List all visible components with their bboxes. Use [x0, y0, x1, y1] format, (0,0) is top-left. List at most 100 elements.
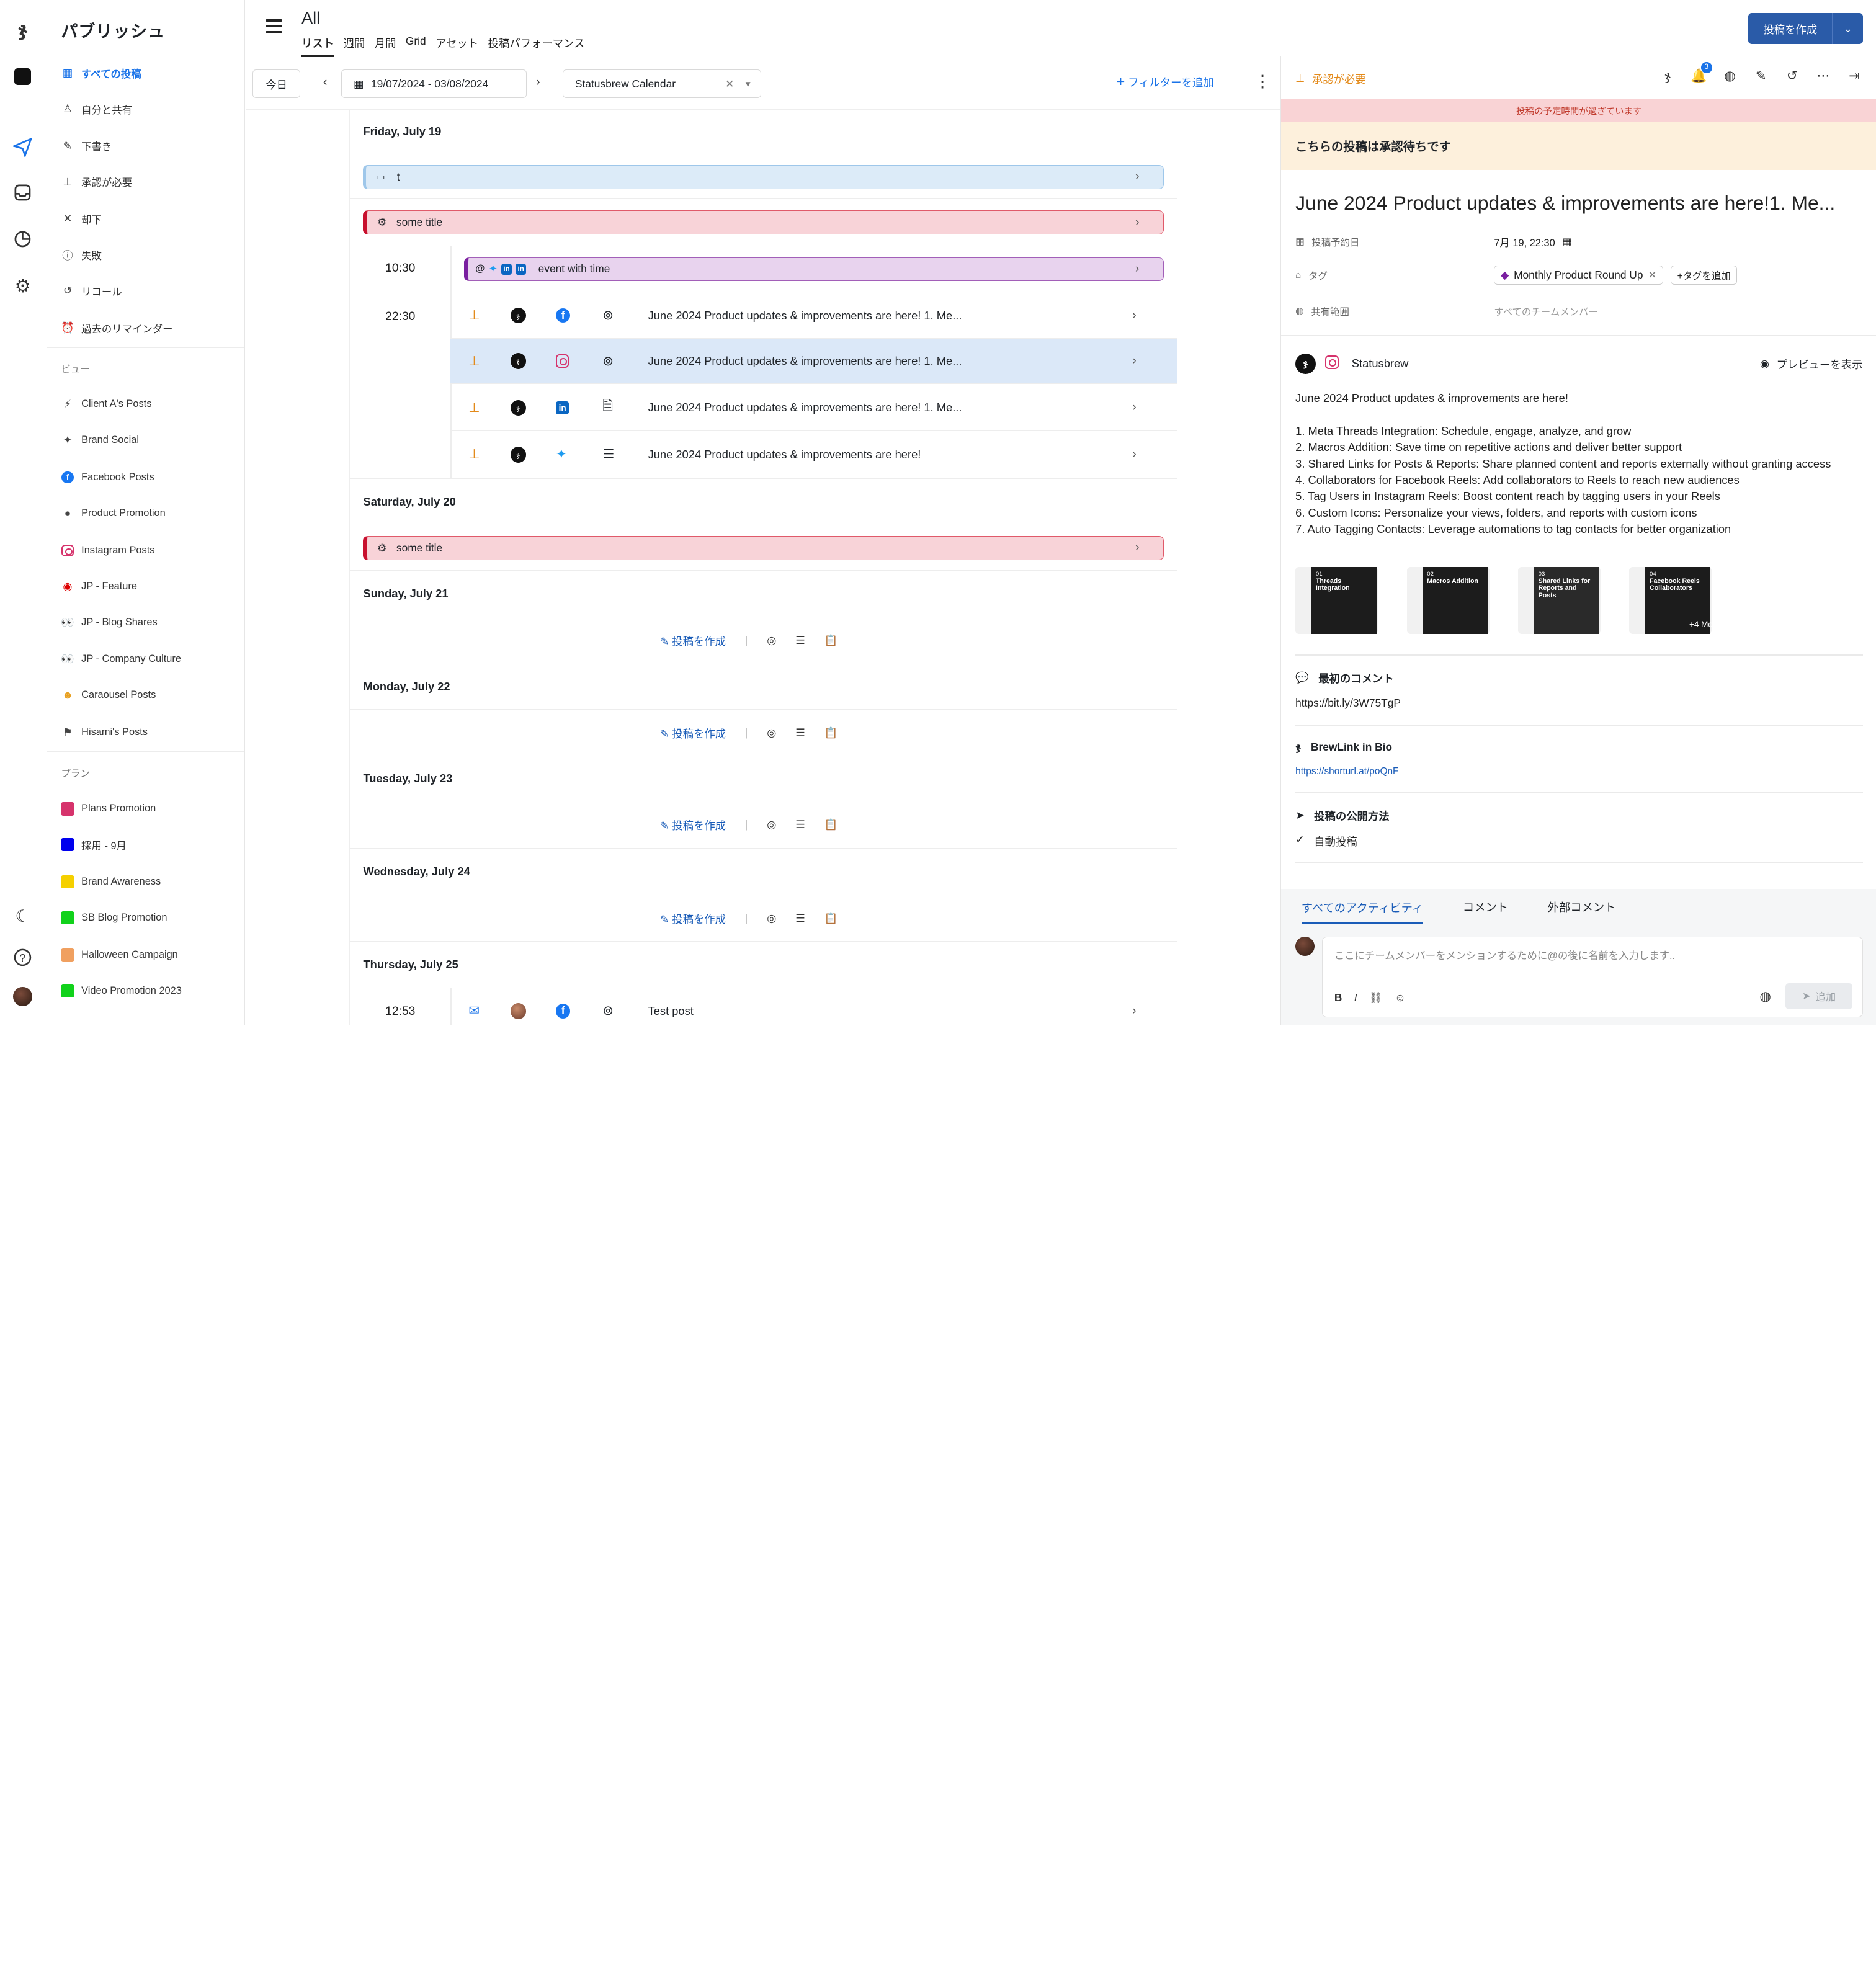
clipboard-icon[interactable]: 📋 [824, 912, 838, 925]
reports-nav-icon[interactable] [12, 228, 34, 250]
calendar-icon[interactable]: ▦ [1562, 236, 1571, 248]
event-bar-t[interactable]: ▭ t › [363, 165, 1164, 189]
dark-mode-icon[interactable]: ☾ [12, 906, 34, 927]
create-post-button[interactable]: 投稿を作成 ⌄ [1748, 13, 1864, 45]
media-thumbnail[interactable]: 02 Macros Addition [1406, 567, 1490, 635]
sidebar-item-past-reminders[interactable]: ⏰ 過去のリマインダー [47, 313, 244, 342]
media-thumbnail[interactable]: 01 Threads Integration [1295, 567, 1378, 635]
sidebar-view-jp-company-culture[interactable]: 👀 JP - Company Culture [47, 645, 244, 674]
tab-all-activity[interactable]: すべてのアクティビティ [1301, 899, 1424, 925]
post-row[interactable]: ⊥ ჯ in 🗎 June 2024 Product updates & imp… [450, 385, 1177, 431]
text-post-icon[interactable]: ☰ [795, 818, 805, 831]
comment-input[interactable]: ここにチームメンバーをメンションするために@の後に名前を入力します.. B I … [1321, 937, 1863, 1017]
statusbrew-logo-icon[interactable]: ჯ [12, 19, 34, 41]
bell-icon[interactable]: 🔔 3 [1691, 62, 1712, 84]
tab-grid[interactable]: Grid [406, 35, 426, 57]
event-bar-some-title[interactable]: ⚙ some title › [363, 536, 1164, 560]
sidebar-view-facebook-posts[interactable]: f Facebook Posts [47, 463, 244, 492]
link-icon[interactable]: ⛓ [1369, 991, 1383, 1004]
menu-icon[interactable] [266, 19, 283, 33]
next-arrow-icon[interactable]: › [536, 76, 540, 89]
story-icon[interactable]: ◎ [767, 726, 776, 739]
globe-icon[interactable]: ◍ [1759, 989, 1771, 1004]
inbox-nav-icon[interactable] [12, 182, 34, 203]
today-button[interactable]: 今日 [252, 69, 301, 99]
create-post-link[interactable]: ✎ 投稿を作成 [660, 725, 726, 741]
pencil-icon[interactable]: ✎ [1753, 68, 1769, 84]
sidebar-plan-brand-awareness[interactable]: Brand Awareness [47, 868, 244, 896]
send-comment-button[interactable]: ➤ 追加 [1785, 983, 1853, 1010]
prev-arrow-icon[interactable]: ‹ [323, 76, 327, 89]
sidebar-item-failed[interactable]: ⓘ 失敗 [47, 241, 244, 269]
tab-comments[interactable]: コメント [1463, 899, 1508, 915]
create-post-link[interactable]: ✎ 投稿を作成 [660, 911, 726, 926]
sidebar-item-all-posts[interactable]: ▦ すべての投稿 [47, 59, 244, 87]
event-bar-event-with-time[interactable]: @ ✦ in in event with time › [463, 257, 1164, 282]
sidebar-item-recall[interactable]: ↺ リコール [47, 277, 244, 305]
tab-post-performance[interactable]: 投稿パフォーマンス [488, 35, 585, 57]
sidebar-view-product-promotion[interactable]: ● Product Promotion [47, 499, 244, 527]
calendar-select[interactable]: Statusbrew Calendar ✕ ▼ [562, 69, 761, 99]
statusbrew-icon[interactable]: ჯ [1659, 68, 1676, 84]
tag-chip[interactable]: ◆ Monthly Product Round Up ✕ [1494, 266, 1664, 285]
schedule-value[interactable]: 7月 19, 22:30 [1494, 234, 1555, 249]
text-post-icon[interactable]: ☰ [795, 726, 805, 739]
create-post-link[interactable]: ✎ 投稿を作成 [660, 633, 726, 648]
publish-nav-icon[interactable] [12, 136, 34, 158]
sidebar-item-shared-with-me[interactable]: ♙ 自分と共有 [47, 94, 244, 123]
event-bar-some-title[interactable]: ⚙ some title › [363, 210, 1164, 235]
tab-week[interactable]: 週間 [344, 35, 365, 57]
user-avatar[interactable] [12, 986, 34, 1007]
sidebar-view-carousel-posts[interactable]: ☻ Caraousel Posts [47, 681, 244, 710]
preview-button[interactable]: ◉ プレビューを表示 [1760, 356, 1863, 372]
more-vertical-icon[interactable]: ⋮ [1254, 72, 1271, 91]
sidebar-view-client-a[interactable]: ⚡ Client A's Posts [47, 390, 244, 419]
media-thumbnail[interactable]: 03 Shared Links for Reports and Posts [1517, 567, 1601, 635]
help-icon[interactable]: ? [12, 947, 34, 968]
sidebar-view-jp-blog-shares[interactable]: 👀 JP - Blog Shares [47, 608, 244, 636]
sidebar-plan-plans-promotion[interactable]: Plans Promotion [47, 795, 244, 823]
clipboard-icon[interactable]: 📋 [824, 634, 838, 647]
add-tag-button[interactable]: +タグを追加 [1670, 265, 1738, 285]
media-thumbnail[interactable]: 04 Facebook Reels Collaborators +4 More [1629, 567, 1720, 635]
text-post-icon[interactable]: ☰ [795, 912, 805, 925]
tab-month[interactable]: 月間 [375, 35, 396, 57]
remove-tag-icon[interactable]: ✕ [1648, 269, 1657, 282]
sidebar-view-hisami-posts[interactable]: ⚑ Hisami's Posts [47, 718, 244, 746]
sidebar-plan-halloween-campaign[interactable]: Halloween Campaign [47, 940, 244, 969]
post-row-selected[interactable]: ⊥ ჯ ⊚ June 2024 Product updates & improv… [450, 338, 1177, 385]
settings-nav-icon[interactable]: ⚙ [12, 275, 34, 297]
share-value[interactable]: すべてのチームメンバー [1494, 305, 1597, 318]
sidebar-view-jp-feature[interactable]: ◉ JP - Feature [47, 572, 244, 600]
italic-icon[interactable]: I [1354, 991, 1357, 1004]
emoji-icon[interactable]: ☺ [1395, 991, 1406, 1004]
add-filter-button[interactable]: + フィルターを追加 [1117, 73, 1214, 90]
sidebar-view-brand-social[interactable]: ✦ Brand Social [47, 426, 244, 455]
sidebar-plan-recruiting[interactable]: 採用 - 9月 [47, 831, 244, 859]
sidebar-item-needs-approval[interactable]: ⊥ 承認が必要 [47, 167, 244, 196]
post-row[interactable]: ⊥ ჯ f ⊚ June 2024 Product updates & impr… [450, 293, 1177, 339]
clipboard-icon[interactable]: 📋 [824, 818, 838, 831]
text-post-icon[interactable]: ☰ [795, 634, 805, 647]
tab-list[interactable]: リスト [302, 35, 334, 57]
story-icon[interactable]: ◎ [767, 912, 776, 925]
workspace-icon[interactable] [12, 66, 34, 87]
brewlink-url[interactable]: https://shorturl.at/poQnF [1295, 766, 1398, 777]
bold-icon[interactable]: B [1334, 991, 1342, 1004]
tab-external-comments[interactable]: 外部コメント [1548, 899, 1616, 915]
close-panel-icon[interactable]: ⇥ [1846, 68, 1863, 84]
tab-assets[interactable]: アセット [436, 35, 478, 57]
globe-icon[interactable]: ◍ [1722, 68, 1738, 84]
clear-icon[interactable]: ✕ [725, 78, 735, 91]
sidebar-plan-video-promotion-2023[interactable]: Video Promotion 2023 [47, 976, 244, 1005]
clipboard-icon[interactable]: 📋 [824, 726, 838, 739]
post-row[interactable]: ✉ f ⊚ Test post › [450, 988, 1177, 1025]
sidebar-item-rejected[interactable]: ✕ 却下 [47, 205, 244, 233]
story-icon[interactable]: ◎ [767, 818, 776, 831]
sidebar-item-drafts[interactable]: ✎ 下書き [47, 132, 244, 160]
date-range-picker[interactable]: ▦ 19/07/2024 - 03/08/2024 [341, 69, 527, 99]
post-row[interactable]: ⊥ ჯ ✦ ☰ June 2024 Product updates & impr… [450, 432, 1177, 477]
more-horizontal-icon[interactable]: ⋯ [1815, 68, 1831, 84]
create-post-link[interactable]: ✎ 投稿を作成 [660, 817, 726, 832]
chevron-down-icon[interactable]: ⌄ [1832, 13, 1863, 45]
